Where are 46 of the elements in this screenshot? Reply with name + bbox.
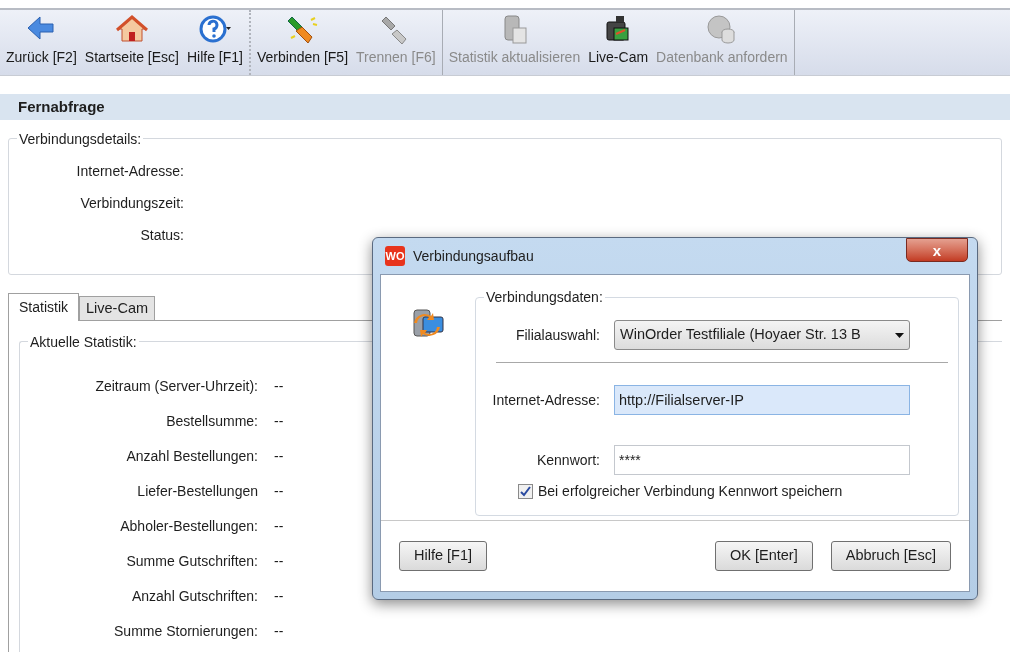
stat-label: Summe Gutschriften:: [125, 552, 258, 571]
field-label: Status:: [140, 226, 184, 245]
checkbox-label: Bei erfolgreicher Verbindung Kennwort speichern: [538, 482, 843, 501]
plug-icon: [286, 14, 319, 44]
field-label: Filialauswahl:: [514, 325, 601, 345]
stat-label: Anzahl Bestellungen:: [125, 447, 258, 466]
stat-label: Summe Stornierungen:: [113, 622, 258, 641]
toolbar-button[interactable]: Zurück [F2]: [2, 10, 81, 75]
branch-dropdown[interactable]: WinOrder Testfiliale (Hoyaer Str. 13 B: [614, 320, 910, 350]
toolbar-button[interactable]: Startseite [Esc]: [80, 10, 183, 75]
password-field[interactable]: ****: [614, 445, 910, 475]
stat-label: Anzahl Gutschriften:: [130, 587, 258, 606]
address-field[interactable]: http://Filialserver-IP: [614, 385, 910, 415]
dialog-button[interactable]: Hilfe [F1]: [399, 541, 487, 571]
tab[interactable]: Statistik: [8, 293, 79, 321]
field-label: Internet-Adresse:: [491, 390, 601, 410]
stat-label: Abholer-Bestellungen:: [119, 517, 258, 536]
app-logo: WO: [385, 246, 405, 266]
stat-label: Bestellsumme:: [165, 412, 258, 431]
dropdown-arrow-icon: [895, 332, 904, 338]
stat-value: --: [274, 447, 284, 466]
field-label: Kennwort:: [535, 450, 601, 470]
database-icon: [705, 14, 738, 44]
tab[interactable]: Live-Cam: [79, 296, 156, 320]
stat-value: --: [274, 622, 284, 641]
save-password-checkbox[interactable]: [518, 484, 533, 499]
stat-value: --: [274, 377, 284, 396]
dialog-title: Verbindungsaufbau: [413, 246, 534, 266]
stat-value: --: [274, 552, 284, 571]
stat-value: --: [274, 587, 284, 606]
stat-label: Liefer-Bestellungen: [136, 482, 258, 501]
toolbar-button[interactable]: Live-Cam: [584, 10, 653, 75]
toolbar-button[interactable]: Hilfe [F1]: [182, 10, 247, 75]
toolbar-button[interactable]: Verbinden [F5]: [252, 10, 353, 75]
stat-value: --: [274, 517, 284, 536]
close-button[interactable]: x: [906, 238, 968, 262]
help-icon: [198, 14, 231, 44]
dialog-button[interactable]: Abbruch [Esc]: [830, 541, 951, 571]
field-label: Verbindungszeit:: [80, 194, 184, 213]
field-label: Internet-Adresse:: [76, 162, 184, 181]
stat-value: --: [274, 412, 284, 431]
dialog-button[interactable]: OK [Enter]: [715, 541, 813, 571]
house-icon: [115, 14, 148, 44]
page-title: Fernabfrage: [0, 94, 1010, 120]
stat-value: --: [274, 482, 284, 501]
stat-label: Zeitraum (Server-Uhrzeit):: [94, 377, 258, 396]
